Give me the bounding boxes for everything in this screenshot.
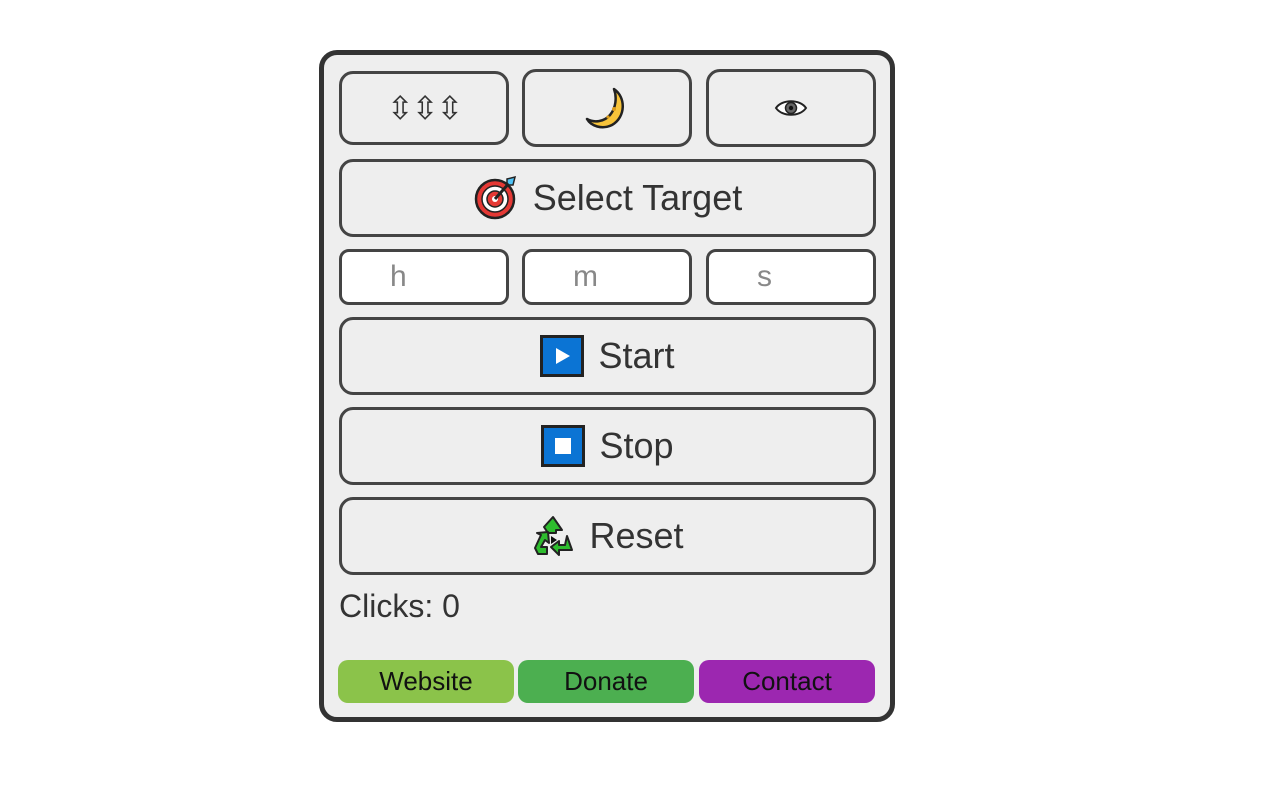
- reposition-button[interactable]: ⇳⇳⇳: [339, 71, 509, 145]
- play-icon: [540, 335, 585, 377]
- autoclicker-panel: ⇳⇳⇳ Select Target h m s Start Stop Reset…: [319, 50, 895, 722]
- donate-label: Donate: [564, 666, 648, 696]
- dark-mode-button[interactable]: [522, 69, 692, 147]
- up-down-arrows-icon: ⇳⇳⇳: [386, 89, 463, 127]
- reset-button[interactable]: Reset: [339, 497, 876, 575]
- moon-icon: [584, 85, 630, 131]
- clicks-counter: Clicks: 0: [339, 588, 460, 624]
- website-link[interactable]: Website: [338, 660, 514, 703]
- recycle-icon: [531, 514, 575, 558]
- hours-field[interactable]: [339, 249, 509, 305]
- stop-label: Stop: [599, 425, 674, 466]
- start-label: Start: [598, 335, 675, 376]
- select-target-button[interactable]: Select Target: [339, 159, 876, 237]
- minutes-input[interactable]: [525, 251, 689, 303]
- stop-button[interactable]: Stop: [339, 407, 876, 485]
- contact-link[interactable]: Contact: [699, 660, 875, 703]
- seconds-input[interactable]: [709, 251, 873, 303]
- contact-label: Contact: [742, 666, 832, 696]
- seconds-field[interactable]: [706, 249, 876, 305]
- visibility-button[interactable]: [706, 69, 876, 147]
- target-icon: [473, 175, 519, 221]
- donate-link[interactable]: Donate: [518, 660, 694, 703]
- eye-icon: [774, 97, 808, 119]
- reset-label: Reset: [589, 515, 684, 556]
- start-button[interactable]: Start: [339, 317, 876, 395]
- select-target-label: Select Target: [532, 177, 743, 218]
- minutes-field[interactable]: [522, 249, 692, 305]
- stop-icon: [541, 425, 586, 467]
- website-label: Website: [379, 666, 473, 696]
- hours-input[interactable]: [342, 251, 506, 303]
